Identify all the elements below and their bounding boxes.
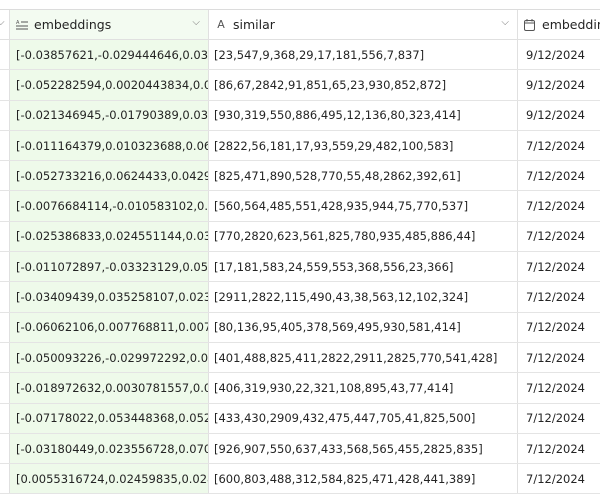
table-row[interactable]: [-0.03180449,0.023556728,0.070... [926,90… — [0, 433, 600, 465]
cell-embedding-date[interactable]: 7/12/2024 — [518, 313, 600, 342]
cell-similar[interactable]: [433,430,2909,432,475,447,705,41,825,500… — [209, 403, 518, 433]
cell-embedding-date[interactable]: 7/12/2024 — [518, 404, 600, 433]
toolbar-strip — [0, 0, 600, 10]
cell-similar[interactable]: [930,319,550,886,495,12,136,80,323,414] — [209, 100, 518, 130]
cell-previous[interactable] — [0, 161, 10, 191]
cell-similar[interactable]: [86,67,2842,91,851,65,23,930,852,872] — [209, 70, 518, 100]
cell-embeddings[interactable]: [-0.06062106,0.007768811,0.007... — [10, 312, 209, 342]
table-row[interactable]: [-0.052282594,0.0020443834,0.0... [86,67,… — [0, 70, 600, 101]
table-row[interactable]: [-0.011164379,0.010323688,0.06... [2822,5… — [0, 130, 600, 162]
table-row[interactable]: [-0.06062106,0.007768811,0.007... [80,136… — [0, 312, 600, 343]
cell-embeddings[interactable]: [-0.052282594,0.0020443834,0.0... — [10, 70, 209, 100]
grid-body: [-0.03857621,-0.029444646,0.03... [23,547… — [0, 40, 600, 494]
cell-previous[interactable] — [0, 433, 10, 464]
chevron-down-icon[interactable]: ⌵ — [501, 17, 509, 28]
cell-embedding-date[interactable]: 7/12/2024 — [518, 131, 600, 160]
cell-previous[interactable] — [0, 312, 10, 342]
cell-embeddings[interactable]: [-0.03180449,0.023556728,0.070... — [10, 433, 209, 464]
cell-embedding-date[interactable]: 7/12/2024 — [518, 222, 600, 251]
cell-similar[interactable]: [2911,2822,115,490,43,38,563,12,102,324] — [209, 282, 518, 312]
cell-embedding-date[interactable]: 7/12/2024 — [518, 161, 600, 190]
cell-embedding-date[interactable]: 7/12/2024 — [518, 434, 600, 463]
cell-previous[interactable] — [0, 191, 10, 221]
cell-embedding-date[interactable]: 7/12/2024 — [518, 464, 600, 493]
column-header-similar[interactable]: A similar ⌵ — [209, 10, 518, 39]
calendar-icon — [524, 18, 536, 31]
cell-embedding-date[interactable]: 9/12/2024 — [518, 70, 600, 99]
cell-embeddings[interactable]: [-0.018972632,0.0030781557,0.0... — [10, 373, 209, 403]
column-label: embeddings — [34, 17, 112, 32]
cell-embedding-date[interactable]: 7/12/2024 — [518, 191, 600, 220]
cell-similar[interactable]: [80,136,95,405,378,569,495,930,581,414] — [209, 312, 518, 342]
text-lines-icon: A — [16, 19, 28, 31]
cell-similar[interactable]: [2822,56,181,17,93,559,29,482,100,583] — [209, 130, 518, 161]
column-header-embeddings[interactable]: A embeddings ⌵ — [10, 10, 209, 39]
cell-embedding-date[interactable]: 9/12/2024 — [518, 101, 600, 130]
cell-similar[interactable]: [770,2820,623,561,825,780,935,485,886,44… — [209, 221, 518, 252]
cell-previous[interactable] — [0, 130, 10, 161]
table-row[interactable]: [-0.011072897,-0.03323129,0.05... [17,181… — [0, 252, 600, 283]
cell-similar[interactable]: [560,564,485,551,428,935,944,75,770,537] — [209, 191, 518, 221]
cell-similar[interactable]: [825,471,890,528,770,55,48,2862,392,61] — [209, 161, 518, 191]
cell-previous[interactable] — [0, 70, 10, 100]
cell-embedding-date[interactable]: 9/12/2024 — [518, 40, 600, 69]
cell-similar[interactable]: [17,181,583,24,559,553,368,556,23,366] — [209, 252, 518, 282]
cell-embeddings[interactable]: [-0.011164379,0.010323688,0.06... — [10, 130, 209, 161]
table-row[interactable]: [0.0055316724,0.02459835,0.028... [600,80… — [0, 464, 600, 494]
text-a-icon: A — [217, 18, 225, 31]
cell-previous[interactable] — [0, 403, 10, 433]
cell-embeddings[interactable]: [-0.050093226,-0.029972292,0.0... — [10, 342, 209, 373]
cell-previous[interactable] — [0, 221, 10, 252]
cell-embeddings[interactable]: [-0.021346945,-0.01790389,0.03... — [10, 100, 209, 130]
cell-embedding-date[interactable]: 7/12/2024 — [518, 343, 600, 372]
column-header-embedding-date[interactable]: embeddin — [518, 10, 600, 39]
cell-similar[interactable]: [406,319,930,22,321,108,895,43,77,414] — [209, 373, 518, 403]
table-row[interactable]: [-0.03857621,-0.029444646,0.03... [23,547… — [0, 40, 600, 71]
cell-embedding-date[interactable]: 7/12/2024 — [518, 373, 600, 402]
cell-previous[interactable] — [0, 342, 10, 373]
cell-previous[interactable] — [0, 40, 10, 70]
table-row[interactable]: [-0.018972632,0.0030781557,0.0... [406,31… — [0, 373, 600, 404]
header-row: ⌵ A embeddings ⌵ A similar ⌵ embeddin — [0, 10, 600, 40]
cell-embeddings[interactable]: [-0.07178022,0.053448368,0.052... — [10, 403, 209, 433]
cell-previous[interactable] — [0, 282, 10, 312]
cell-similar[interactable]: [23,547,9,368,29,17,181,556,7,837] — [209, 40, 518, 70]
cell-embeddings[interactable]: [-0.052733216,0.0624433,0.0429... — [10, 161, 209, 191]
table-row[interactable]: [-0.07178022,0.053448368,0.052... [433,43… — [0, 403, 600, 434]
svg-text:A: A — [16, 20, 20, 26]
cell-embedding-date[interactable]: 7/12/2024 — [518, 282, 600, 311]
table-row[interactable]: [-0.052733216,0.0624433,0.0429... [825,47… — [0, 161, 600, 192]
table-row[interactable]: [-0.021346945,-0.01790389,0.03... [930,31… — [0, 100, 600, 131]
cell-embeddings[interactable]: [-0.025386833,0.024551144,0.03... — [10, 221, 209, 252]
chevron-down-icon[interactable]: ⌵ — [0, 17, 5, 28]
table-row[interactable]: [-0.03409439,0.035258107,0.023... [2911,2… — [0, 282, 600, 313]
table-row[interactable]: [-0.050093226,-0.029972292,0.0... [401,48… — [0, 342, 600, 374]
cell-embeddings[interactable]: [-0.03857621,-0.029444646,0.03... — [10, 40, 209, 70]
cell-previous[interactable] — [0, 464, 10, 494]
cell-previous[interactable] — [0, 373, 10, 403]
cell-previous[interactable] — [0, 100, 10, 130]
column-header-previous[interactable]: ⌵ — [0, 10, 10, 39]
cell-embeddings[interactable]: [-0.0076684114,-0.010583102,0.... — [10, 191, 209, 221]
cell-similar[interactable]: [401,488,825,411,2822,2911,2825,770,541,… — [209, 342, 518, 373]
cell-embedding-date[interactable]: 7/12/2024 — [518, 252, 600, 281]
table-row[interactable]: [-0.0076684114,-0.010583102,0.... [560,56… — [0, 191, 600, 222]
chevron-down-icon[interactable]: ⌵ — [192, 17, 200, 28]
data-grid: ⌵ A embeddings ⌵ A similar ⌵ embeddin [-… — [0, 10, 600, 494]
cell-embeddings[interactable]: [-0.03409439,0.035258107,0.023... — [10, 282, 209, 312]
cell-embeddings[interactable]: [0.0055316724,0.02459835,0.028... — [10, 464, 209, 494]
cell-similar[interactable]: [926,907,550,637,433,568,565,455,2825,83… — [209, 433, 518, 464]
column-label: embeddin — [542, 17, 600, 32]
table-row[interactable]: [-0.025386833,0.024551144,0.03... [770,28… — [0, 221, 600, 253]
cell-previous[interactable] — [0, 252, 10, 282]
cell-embeddings[interactable]: [-0.011072897,-0.03323129,0.05... — [10, 252, 209, 282]
column-label: similar — [233, 17, 275, 32]
cell-similar[interactable]: [600,803,488,312,584,825,471,428,441,389… — [209, 464, 518, 494]
